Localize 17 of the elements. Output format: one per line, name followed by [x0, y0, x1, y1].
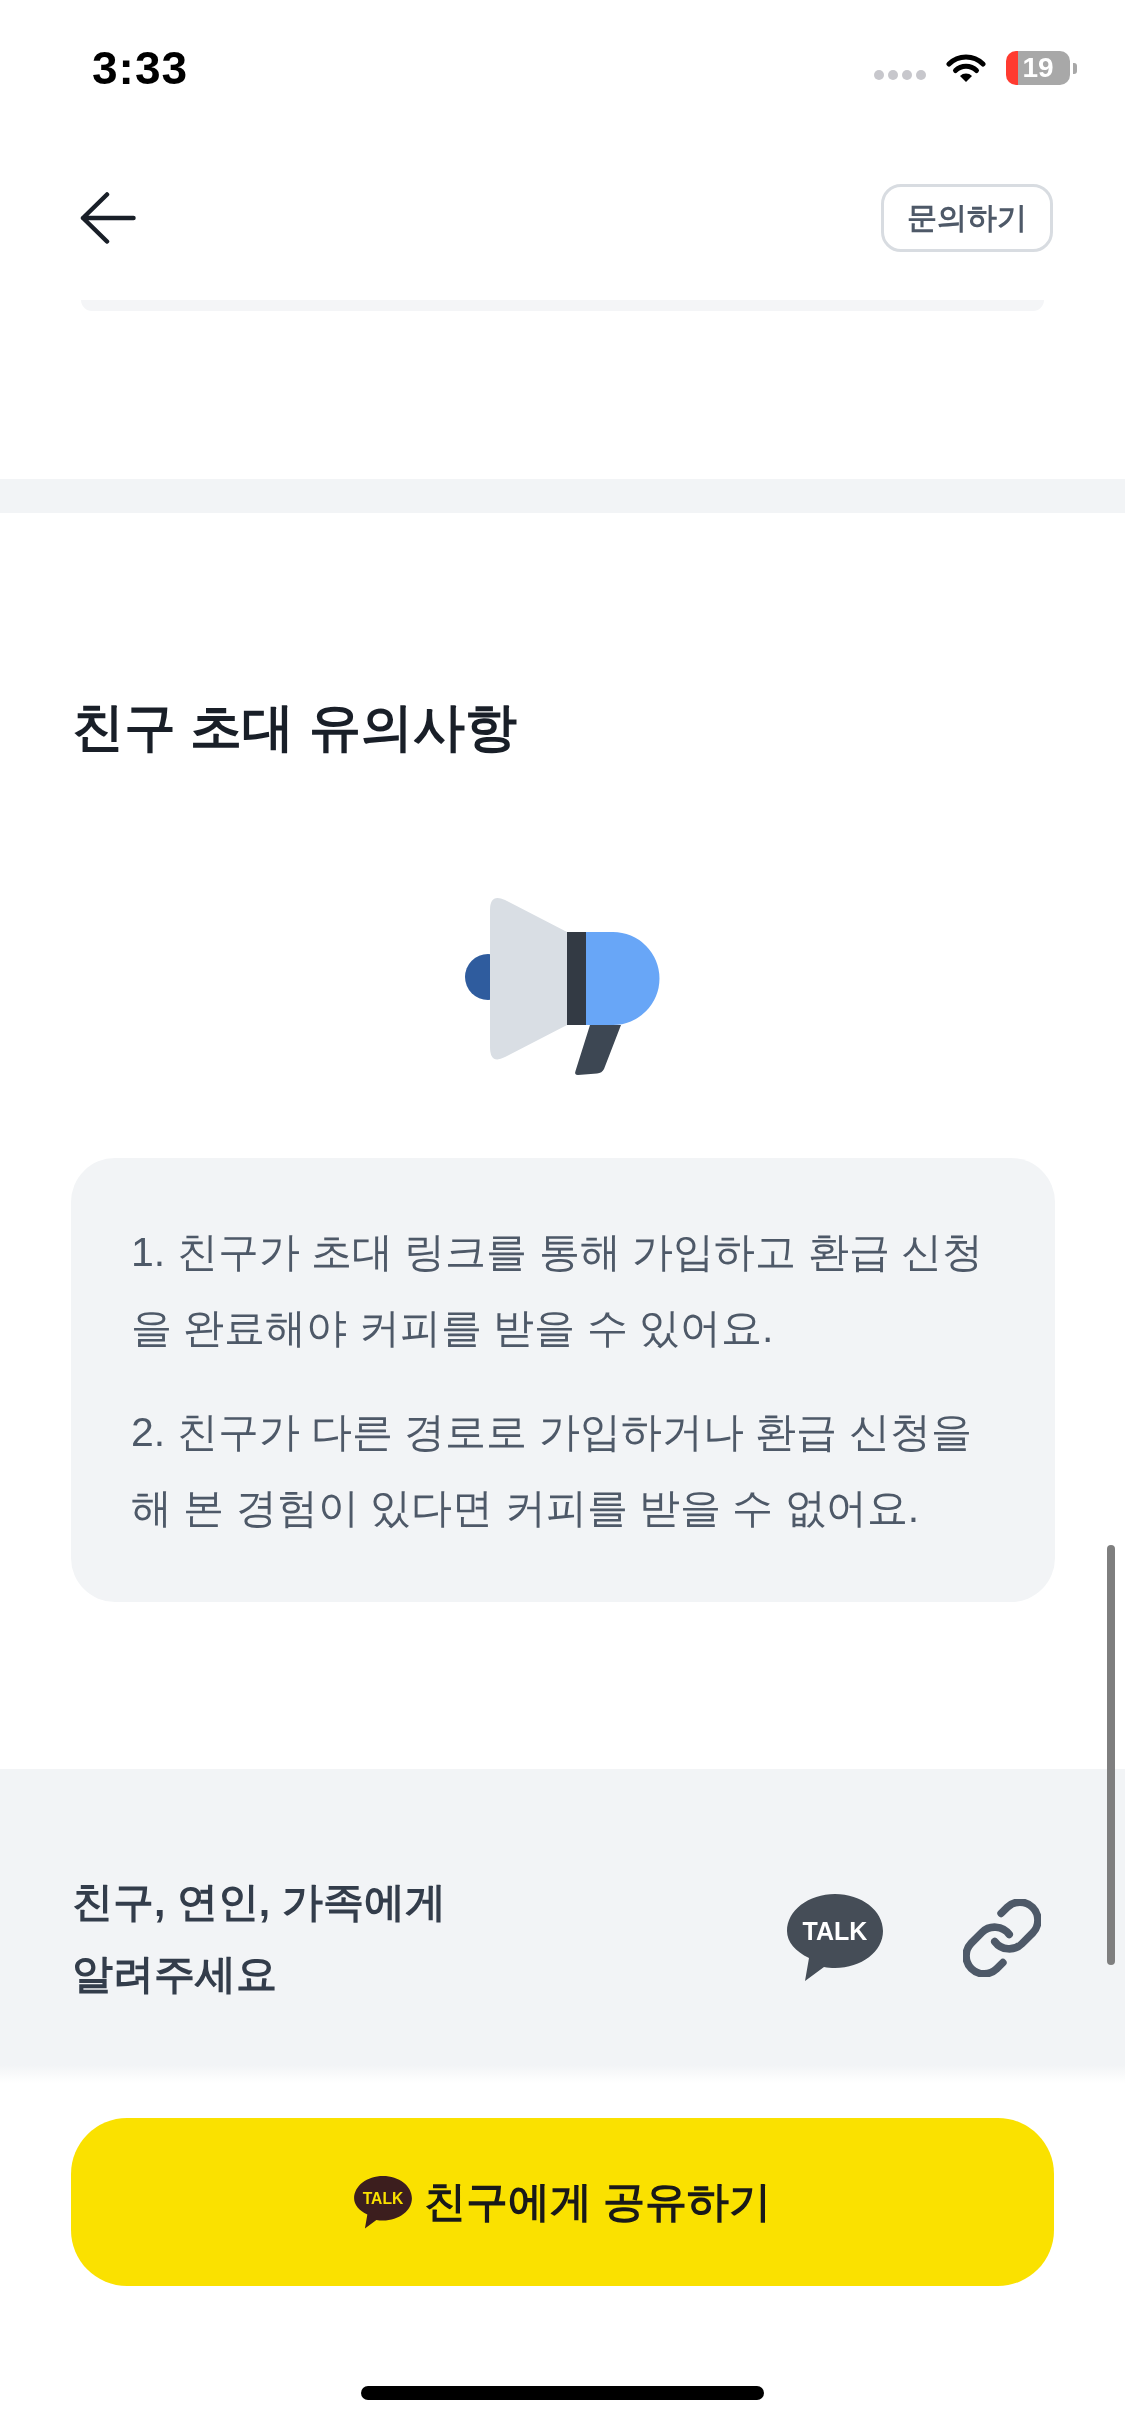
wifi-icon [946, 53, 986, 83]
back-arrow-icon [80, 192, 136, 244]
signal-icon [874, 70, 926, 80]
talk-share-button[interactable]: TALK [787, 1894, 883, 1982]
share-prompt: 친구, 연인, 가족에게 알려주세요 [72, 1878, 447, 1999]
back-button[interactable] [80, 192, 136, 244]
link-icon [963, 1899, 1041, 1977]
share-button[interactable]: TALK 친구에게 공유하기 [71, 2118, 1054, 2286]
notice-text: 2. 친구가 다른 경로로 가입하거나 환급 신청을 해 본 경험이 있다면 커피를 받을 수 없어요. [131, 1408, 973, 1533]
help-button[interactable]: 문의하기 [881, 184, 1053, 252]
section-title: 친구 초대 유의사항 [72, 697, 517, 758]
speech-bubble-icon [787, 1894, 883, 1981]
status-time: 3:33 [92, 41, 189, 95]
notice-text: 1. 친구가 초대 링크를 통해 가입하고 환급 신청을 완료해야 커피를 받을 수 있어요. [131, 1228, 984, 1353]
battery-percent: 19 [1022, 54, 1054, 82]
speech-bubble-icon [353, 2175, 412, 2228]
copy-link-button[interactable] [963, 1899, 1041, 1977]
